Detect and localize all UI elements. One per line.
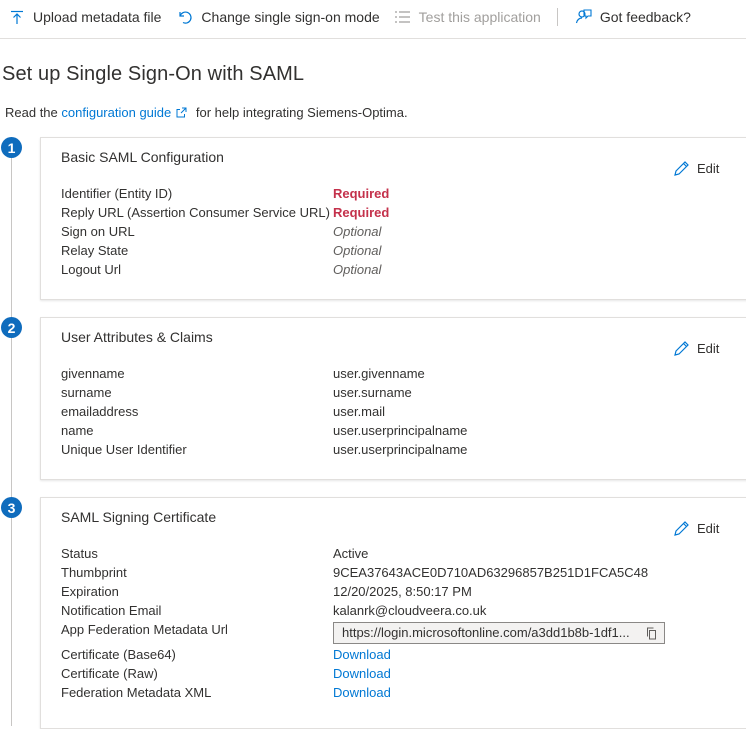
command-bar: Upload metadata file Change single sign-… <box>0 0 746 34</box>
feedback-label: Got feedback? <box>599 9 691 25</box>
card-title: Basic SAML Configuration <box>61 149 224 165</box>
step-badge-2: 2 <box>1 317 22 338</box>
row-value: user.mail <box>333 404 386 419</box>
pencil-icon <box>674 341 689 356</box>
intro-text: Read the configuration guide for help in… <box>5 105 408 120</box>
edit-label: Edit <box>697 161 720 176</box>
row-label: Relay State <box>61 243 129 258</box>
row-value: Required <box>333 186 390 201</box>
row-value: Active <box>333 546 369 561</box>
row-label: name <box>61 423 94 438</box>
step-badge-1: 1 <box>1 137 22 158</box>
intro-after: for help integrating Siemens-Optima. <box>195 105 408 120</box>
row-value: Optional <box>333 243 382 258</box>
row-label: Reply URL (Assertion Consumer Service UR… <box>61 205 330 220</box>
row-label: Identifier (Entity ID) <box>61 186 173 201</box>
download-certificate-raw-link[interactable]: Download <box>333 664 391 683</box>
row-label: Certificate (Base64) <box>61 647 176 662</box>
test-application-label: Test this application <box>418 9 541 25</box>
federation-metadata-url-field[interactable]: https://login.microsoftonline.com/a3dd1b… <box>333 622 665 644</box>
test-application-button[interactable]: Test this application <box>394 0 541 34</box>
edit-user-attributes-button[interactable]: Edit <box>673 340 719 357</box>
row-label: Thumbprint <box>61 565 127 580</box>
pencil-icon <box>674 161 689 176</box>
external-link-icon <box>176 107 187 118</box>
feedback-icon <box>575 9 592 24</box>
configuration-guide-label: configuration guide <box>61 105 172 120</box>
row-label: Unique User Identifier <box>61 442 187 457</box>
row-label: Federation Metadata XML <box>61 685 212 700</box>
row-value: user.userprincipalname <box>333 442 468 457</box>
row-label: givenname <box>61 366 125 381</box>
edit-basic-saml-button[interactable]: Edit <box>673 160 719 177</box>
card-title: User Attributes & Claims <box>61 329 213 345</box>
upload-icon <box>11 10 23 24</box>
row-label: Sign on URL <box>61 224 135 239</box>
feedback-button[interactable]: Got feedback? <box>574 0 691 34</box>
edit-label: Edit <box>697 521 720 536</box>
user-attributes-claims-card: User Attributes & Claims Edit givenname u… <box>40 317 746 480</box>
row-label: Expiration <box>61 584 119 599</box>
toolbar-divider <box>556 8 558 26</box>
row-label: emailaddress <box>61 404 139 419</box>
edit-signing-certificate-button[interactable]: Edit <box>673 520 719 537</box>
row-label: App Federation Metadata Url <box>61 622 228 637</box>
change-sso-mode-label: Change single sign-on mode <box>201 9 380 25</box>
row-value: user.givenname <box>333 366 425 381</box>
basic-saml-configuration-card: Basic SAML Configuration Edit Identifier… <box>40 137 746 300</box>
saml-signing-certificate-card: SAML Signing Certificate Edit Status Acti… <box>40 497 746 729</box>
card-title: SAML Signing Certificate <box>61 509 217 525</box>
row-value: Optional <box>333 224 382 239</box>
upload-metadata-label: Upload metadata file <box>33 9 162 25</box>
undo-icon <box>179 11 193 24</box>
row-value: Optional <box>333 262 382 277</box>
pencil-icon <box>674 521 689 536</box>
step-rail <box>11 518 12 726</box>
row-label: Status <box>61 546 98 561</box>
row-value: 9CEA37643ACE0D710AD63296857B251D1FCA5C48 <box>333 565 649 580</box>
download-certificate-base64-link[interactable]: Download <box>333 645 391 664</box>
copy-icon[interactable] <box>646 627 658 640</box>
step-badge-3: 3 <box>1 497 22 518</box>
edit-label: Edit <box>697 341 720 356</box>
download-federation-metadata-xml-link[interactable]: Download <box>333 683 391 702</box>
change-sso-mode-button[interactable]: Change single sign-on mode <box>177 0 380 34</box>
row-value: user.surname <box>333 385 412 400</box>
upload-metadata-button[interactable]: Upload metadata file <box>9 0 161 34</box>
toolbar-separator-line <box>0 38 746 39</box>
row-value: user.userprincipalname <box>333 423 468 438</box>
row-label: Certificate (Raw) <box>61 666 158 681</box>
row-label: Notification Email <box>61 603 162 618</box>
page-title: Set up Single Sign-On with SAML <box>2 63 305 85</box>
step-rail <box>11 338 12 498</box>
step-rail <box>11 158 12 318</box>
row-label: surname <box>61 385 112 400</box>
intro-before: Read the <box>5 105 58 120</box>
row-value: kalanrk@cloudveera.co.uk <box>333 603 487 618</box>
row-value: Required <box>333 205 390 220</box>
row-label: Logout Url <box>61 262 121 277</box>
federation-metadata-url-value: https://login.microsoftonline.com/a3dd1b… <box>342 625 630 640</box>
row-value: 12/20/2025, 8:50:17 PM <box>333 584 472 599</box>
configuration-guide-link[interactable]: configuration guide <box>61 105 192 120</box>
list-icon <box>394 11 410 23</box>
